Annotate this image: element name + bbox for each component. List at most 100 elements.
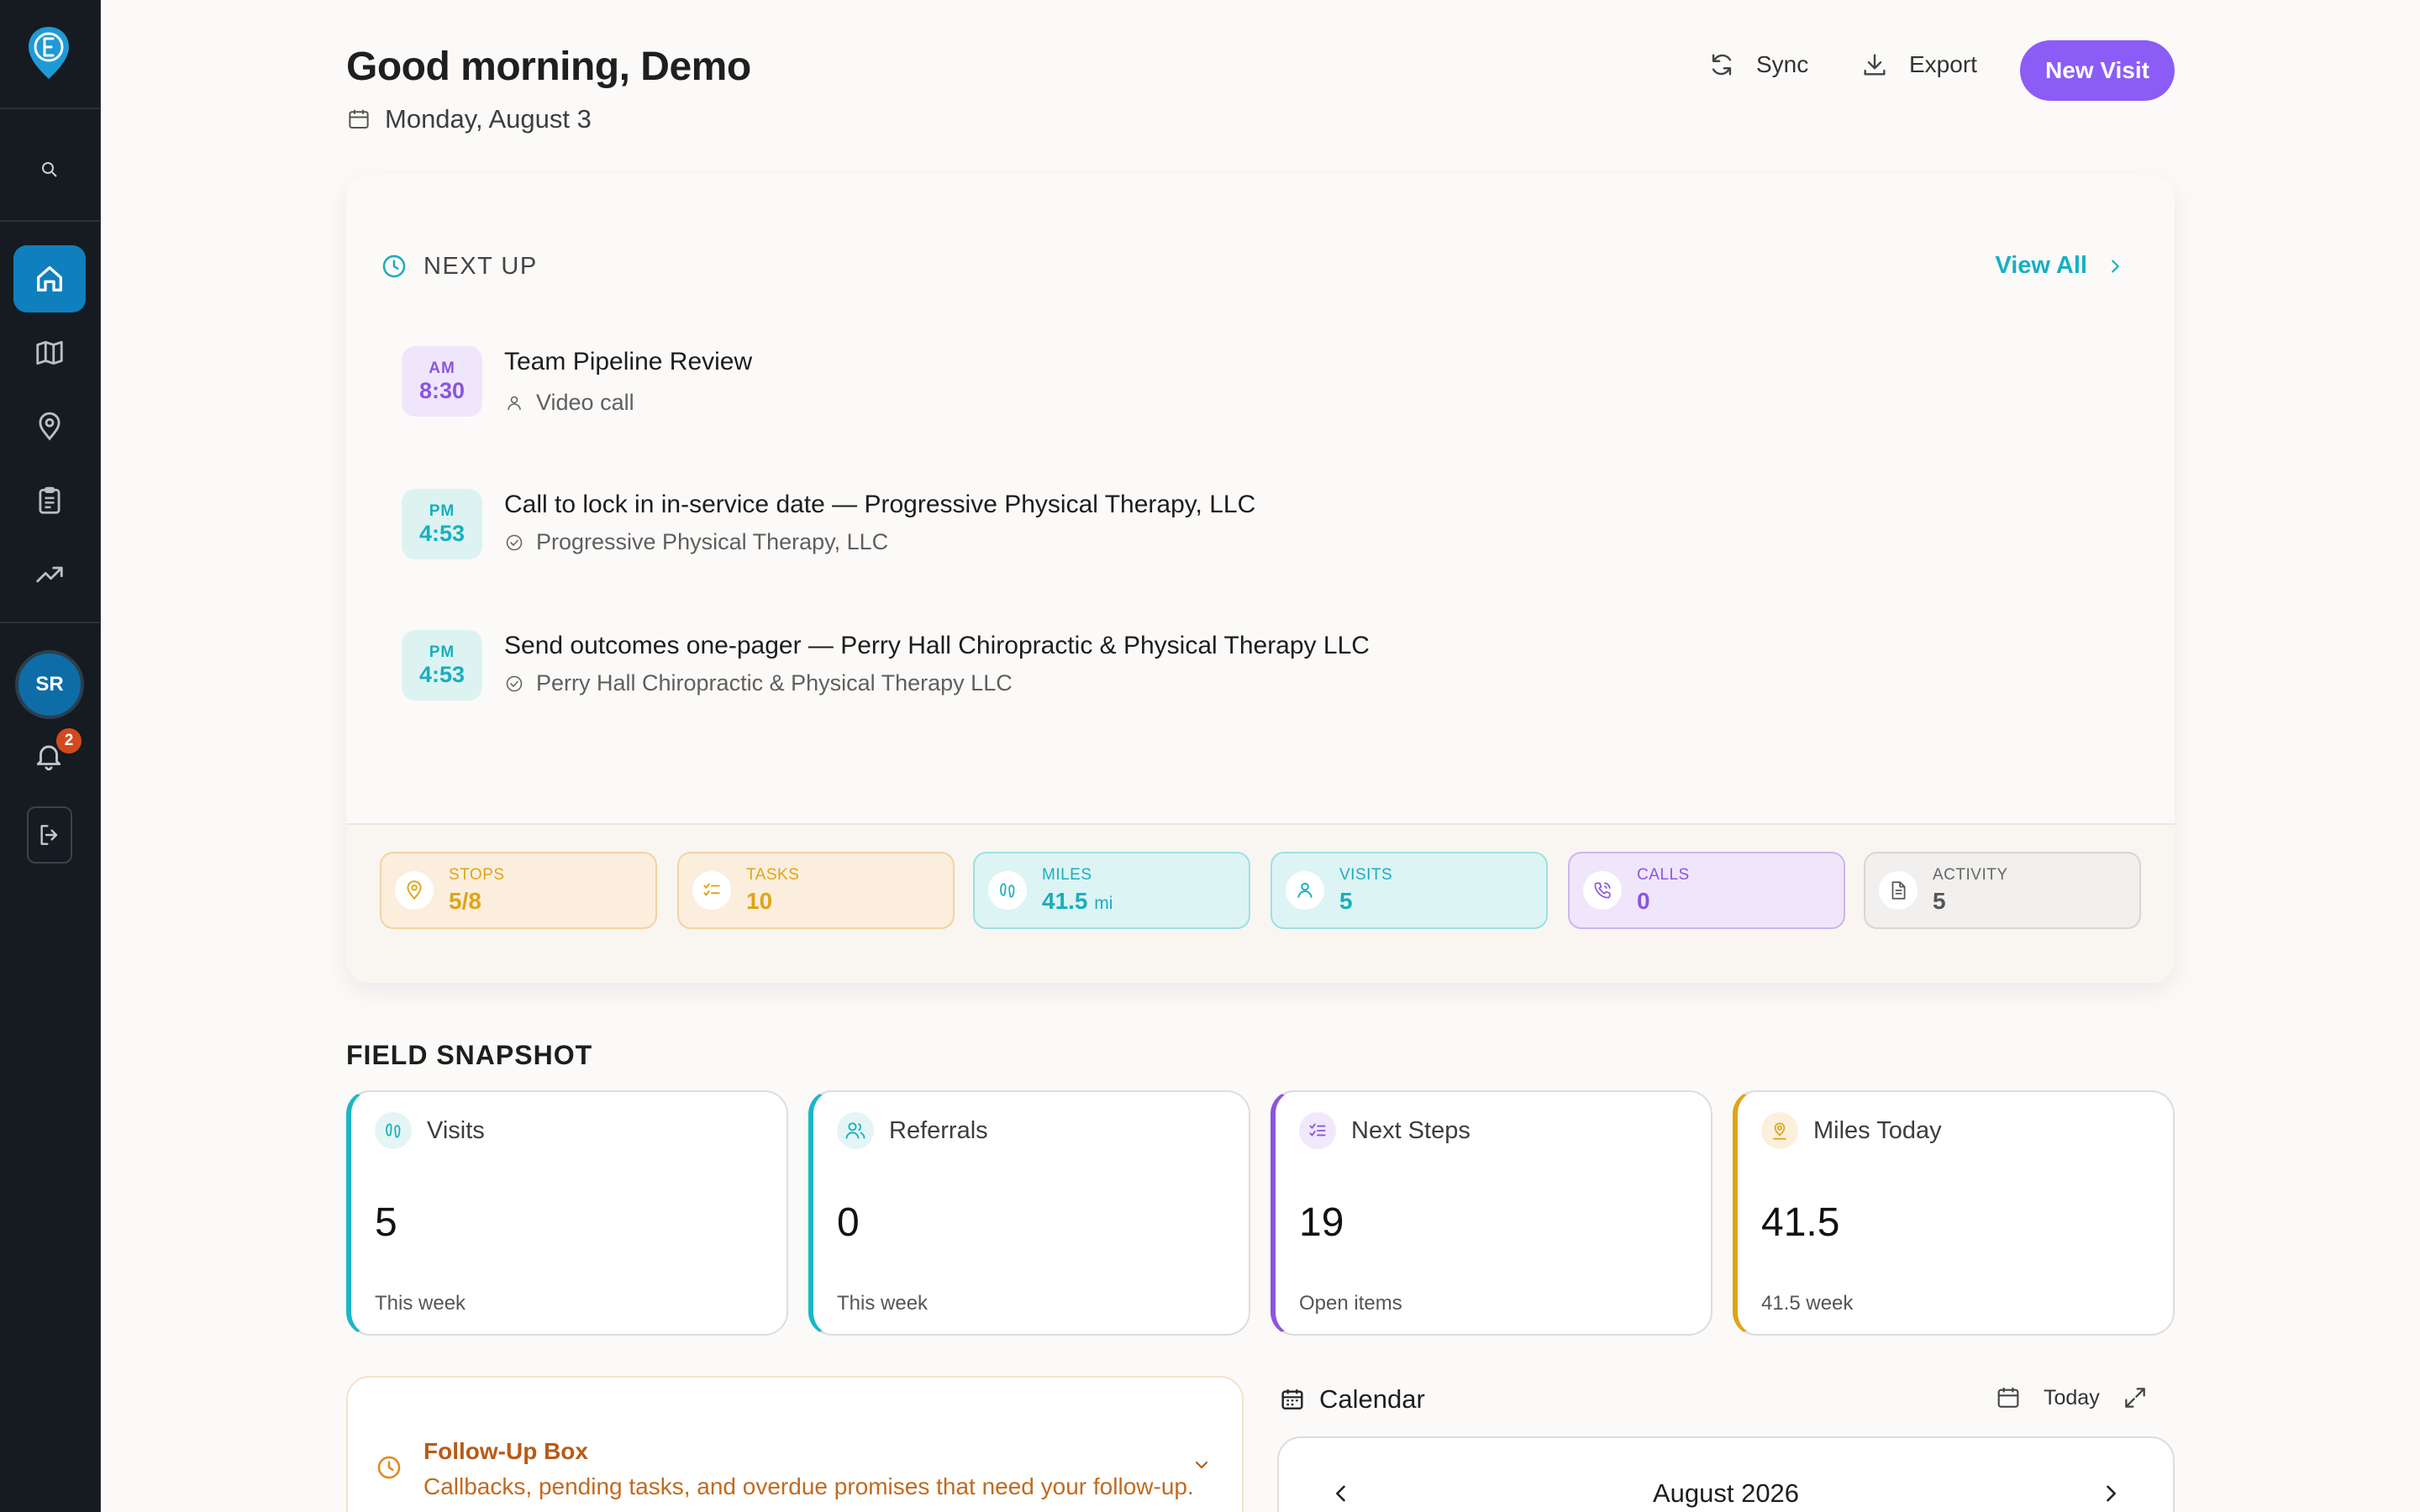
stat-label: STOPS bbox=[449, 866, 505, 884]
logo-icon bbox=[29, 27, 69, 79]
map-pin-user-icon bbox=[1773, 1122, 1786, 1140]
calendar-header: Calendar bbox=[1279, 1384, 1425, 1415]
snapshot-label: Referrals bbox=[889, 1116, 988, 1144]
export-label: Export bbox=[1909, 51, 1977, 77]
stat-value: 5 bbox=[1339, 888, 1353, 914]
event-item[interactable]: PM 4:53 Send outcomes one-pager — Perry … bbox=[402, 630, 1370, 701]
notification-badge: 2 bbox=[54, 726, 84, 756]
field-snapshot-title: FIELD SNAPSHOT bbox=[346, 1040, 593, 1070]
view-all-label: View All bbox=[1995, 252, 2087, 279]
snapshot-value: 41.5 bbox=[1761, 1200, 1840, 1245]
avatar[interactable]: SR bbox=[15, 650, 84, 719]
sidebar-item-map[interactable] bbox=[13, 319, 86, 386]
chevron-down-icon[interactable] bbox=[1192, 1455, 1212, 1475]
next-up-header: NEXT UP bbox=[380, 252, 538, 281]
stat-tasks[interactable]: TASKS 10 bbox=[677, 852, 955, 929]
stat-label: ACTIVITY bbox=[1933, 866, 2008, 884]
event-item[interactable]: PM 4:53 Call to lock in in-service date … bbox=[402, 489, 1255, 559]
sidebar-item-tasks[interactable] bbox=[13, 467, 86, 534]
sidebar: SR 2 bbox=[0, 0, 101, 1512]
sidebar-divider bbox=[0, 622, 101, 623]
snapshot-footnote: Open items bbox=[1299, 1292, 1402, 1315]
stat-miles[interactable]: MILES 41.5 mi bbox=[973, 852, 1250, 929]
app-logo[interactable] bbox=[25, 25, 72, 81]
follow-up-title: Follow-Up Box bbox=[424, 1438, 588, 1464]
phone-call-icon bbox=[1594, 882, 1611, 899]
list-check-icon bbox=[1309, 1123, 1326, 1137]
calendar-picker-icon[interactable] bbox=[1995, 1384, 2022, 1411]
trending-up-icon bbox=[36, 566, 63, 583]
download-icon bbox=[1864, 54, 1886, 76]
view-all-link[interactable]: View All bbox=[1995, 252, 2124, 280]
event-time: 8:30 bbox=[418, 377, 466, 403]
snapshot-label: Next Steps bbox=[1351, 1116, 1470, 1144]
snapshot-footnote: This week bbox=[375, 1292, 466, 1315]
snapshot-card-next-steps[interactable]: Next Steps 19 Open items bbox=[1270, 1090, 1712, 1336]
list-check-icon bbox=[703, 883, 720, 896]
map-pin-icon bbox=[407, 880, 422, 900]
user-icon bbox=[1297, 882, 1313, 898]
chevron-right-icon[interactable] bbox=[2099, 1482, 2123, 1505]
calendar-widget: August 2026 bbox=[1277, 1436, 2175, 1512]
footprints-icon bbox=[386, 1123, 401, 1138]
follow-up-box[interactable]: Follow-Up Box Callbacks, pending tasks, … bbox=[346, 1376, 1244, 1512]
export-button[interactable]: Export bbox=[1860, 50, 1977, 79]
logout-icon bbox=[40, 825, 58, 845]
event-title: Team Pipeline Review bbox=[504, 348, 753, 375]
event-subtitle: Video call bbox=[536, 390, 634, 415]
snapshot-label: Miles Today bbox=[1813, 1116, 1942, 1144]
stat-value: 5 bbox=[1933, 888, 1946, 914]
stat-visits[interactable]: VISITS 5 bbox=[1270, 852, 1548, 929]
sync-button[interactable]: Sync bbox=[1707, 50, 1808, 79]
user-icon bbox=[508, 396, 521, 410]
sync-label: Sync bbox=[1756, 51, 1809, 77]
sidebar-item-analytics[interactable] bbox=[13, 541, 86, 608]
snapshot-card-miles-today[interactable]: Miles Today 41.5 41.5 week bbox=[1733, 1090, 2175, 1336]
logout-button[interactable] bbox=[27, 806, 72, 864]
expand-icon[interactable] bbox=[2122, 1384, 2149, 1411]
today-button[interactable]: Today bbox=[2044, 1386, 2100, 1410]
event-item[interactable]: AM 8:30 Team Pipeline Review Video call bbox=[402, 346, 752, 417]
event-time-badge: PM 4:53 bbox=[402, 489, 482, 559]
document-icon bbox=[1891, 881, 1906, 900]
event-subtitle: Perry Hall Chiropractic & Physical Thera… bbox=[536, 670, 1013, 696]
event-time-badge: AM 8:30 bbox=[402, 346, 482, 417]
stat-calls[interactable]: CALLS 0 bbox=[1568, 852, 1845, 929]
check-circle-icon bbox=[506, 675, 523, 691]
map-icon bbox=[36, 340, 63, 365]
calendar-toolbar: Today bbox=[1995, 1384, 2149, 1411]
calendar-icon bbox=[1281, 1389, 1303, 1410]
date-text: Monday, August 3 bbox=[385, 104, 592, 134]
sidebar-divider bbox=[0, 220, 101, 222]
event-subtitle: Progressive Physical Therapy, LLC bbox=[536, 529, 889, 554]
new-visit-button[interactable]: New Visit bbox=[2020, 40, 2175, 101]
follow-up-description: Callbacks, pending tasks, and overdue pr… bbox=[424, 1473, 1194, 1499]
calendar-icon bbox=[349, 109, 369, 129]
stat-label: MILES bbox=[1042, 866, 1092, 884]
snapshot-card-visits[interactable]: Visits 5 This week bbox=[346, 1090, 788, 1336]
next-up-card: NEXT UP View All AM 8:30 Team Pipeline R… bbox=[346, 175, 2175, 983]
stat-value: 41.5 bbox=[1042, 888, 1088, 914]
clipboard-icon bbox=[39, 486, 60, 514]
calendar-month-label: August 2026 bbox=[1652, 1478, 1800, 1508]
footprints-icon bbox=[1000, 883, 1015, 898]
next-up-title: NEXT UP bbox=[424, 252, 538, 280]
chevron-right-icon bbox=[2112, 259, 2119, 273]
clock-icon bbox=[382, 255, 406, 278]
snapshot-card-referrals[interactable]: Referrals 0 This week bbox=[808, 1090, 1250, 1336]
event-time: 4:53 bbox=[418, 661, 466, 687]
map-pin-icon bbox=[39, 412, 60, 441]
sidebar-search-button[interactable] bbox=[13, 136, 86, 203]
sidebar-divider bbox=[0, 108, 101, 109]
stat-stops[interactable]: STOPS 5/8 bbox=[380, 852, 657, 929]
sidebar-item-locations[interactable] bbox=[13, 393, 86, 460]
stat-value: 10 bbox=[746, 888, 773, 914]
event-time-badge: PM 4:53 bbox=[402, 630, 482, 701]
users-icon bbox=[845, 1122, 865, 1139]
event-ampm: PM bbox=[429, 501, 455, 520]
home-icon bbox=[37, 266, 63, 291]
stat-label: CALLS bbox=[1637, 866, 1690, 884]
sidebar-item-home[interactable] bbox=[13, 245, 86, 312]
stat-activity[interactable]: ACTIVITY 5 bbox=[1864, 852, 2141, 929]
stat-value: 0 bbox=[1637, 888, 1650, 914]
